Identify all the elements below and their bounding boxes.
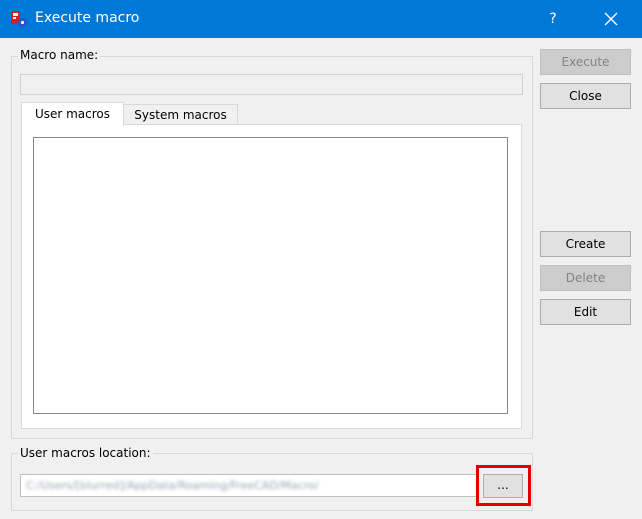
tab-user-macros[interactable]: User macros (21, 102, 124, 126)
window-title: Execute macro (35, 10, 140, 26)
tab-system-macros[interactable]: System macros (123, 104, 238, 126)
close-icon (604, 12, 618, 26)
close-button[interactable]: Close (540, 83, 631, 109)
location-label: User macros location: (18, 446, 153, 460)
close-window-button[interactable] (596, 0, 626, 38)
edit-button[interactable]: Edit (540, 299, 631, 325)
tab-user-macros-label: User macros (34, 107, 111, 121)
title-bar[interactable]: Execute macro ? (0, 0, 642, 38)
create-button[interactable]: Create (540, 231, 631, 257)
macro-list[interactable] (33, 137, 508, 414)
freecad-macro-icon (10, 10, 28, 28)
browse-button-highlight (476, 465, 531, 506)
macro-name-field[interactable] (20, 74, 523, 95)
macro-name-label: Macro name: (18, 48, 101, 62)
location-path-text: C:/Users/[blurred]/AppData/Roaming/FreeC… (26, 479, 319, 492)
delete-button[interactable]: Delete (540, 265, 631, 291)
tab-system-macros-label: System macros (134, 108, 227, 122)
execute-button[interactable]: Execute (540, 49, 631, 75)
location-path-field[interactable]: C:/Users/[blurred]/AppData/Roaming/FreeC… (20, 474, 477, 497)
help-button[interactable]: ? (538, 0, 568, 38)
